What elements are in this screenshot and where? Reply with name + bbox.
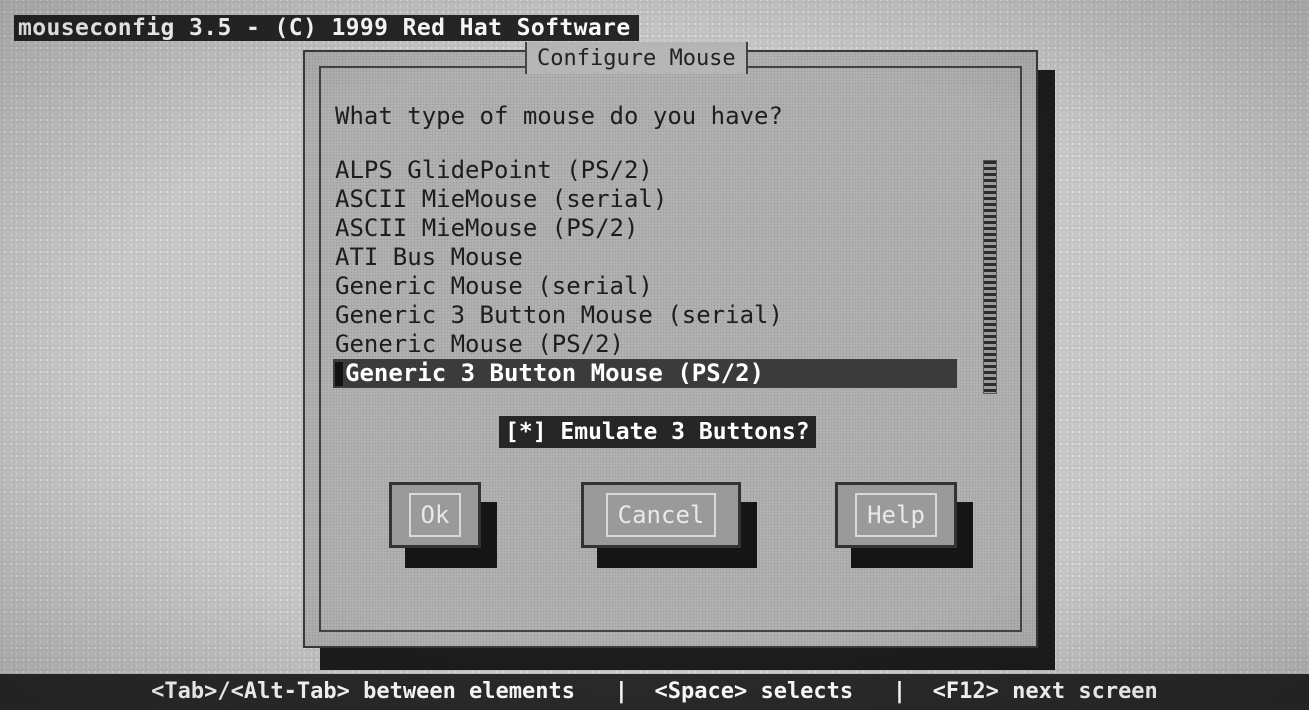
list-scrollbar[interactable]	[983, 160, 997, 394]
selected-item-label: Generic 3 Button Mouse (PS/2)	[345, 359, 765, 387]
ok-button-wrap: Ok	[389, 482, 497, 568]
list-item[interactable]: Generic Mouse (serial)	[333, 272, 957, 301]
list-item[interactable]: Generic 3 Button Mouse (serial)	[333, 301, 957, 330]
mouse-type-list[interactable]: ALPS GlidePoint (PS/2) ASCII MieMouse (s…	[333, 156, 957, 388]
list-item[interactable]: Generic Mouse (PS/2)	[333, 330, 957, 359]
configure-mouse-dialog: Configure Mouse What type of mouse do yo…	[303, 42, 1038, 648]
list-item[interactable]: ASCII MieMouse (serial)	[333, 185, 957, 214]
list-item-selected[interactable]: Generic 3 Button Mouse (PS/2)	[333, 359, 957, 388]
ok-button-label: Ok	[408, 493, 462, 537]
ok-button[interactable]: Ok	[389, 482, 481, 548]
text-cursor	[335, 362, 343, 386]
cancel-button[interactable]: Cancel	[581, 482, 741, 548]
terminal-screen: mouseconfig 3.5 - (C) 1999 Red Hat Softw…	[0, 0, 1309, 710]
list-item[interactable]: ALPS GlidePoint (PS/2)	[333, 156, 957, 185]
dialog-title: Configure Mouse	[525, 42, 748, 74]
mouse-type-prompt: What type of mouse do you have?	[335, 102, 783, 130]
help-status-bar: <Tab>/<Alt-Tab> between elements | <Spac…	[0, 674, 1309, 710]
emulate-3-buttons-checkbox[interactable]: [*] Emulate 3 Buttons?	[499, 416, 816, 448]
app-title-bar: mouseconfig 3.5 - (C) 1999 Red Hat Softw…	[14, 15, 639, 41]
cancel-button-label: Cancel	[605, 493, 717, 537]
help-button[interactable]: Help	[835, 482, 957, 548]
help-button-label: Help	[855, 493, 937, 537]
help-button-wrap: Help	[835, 482, 973, 568]
list-item[interactable]: ATI Bus Mouse	[333, 243, 957, 272]
list-item[interactable]: ASCII MieMouse (PS/2)	[333, 214, 957, 243]
cancel-button-wrap: Cancel	[581, 482, 757, 568]
